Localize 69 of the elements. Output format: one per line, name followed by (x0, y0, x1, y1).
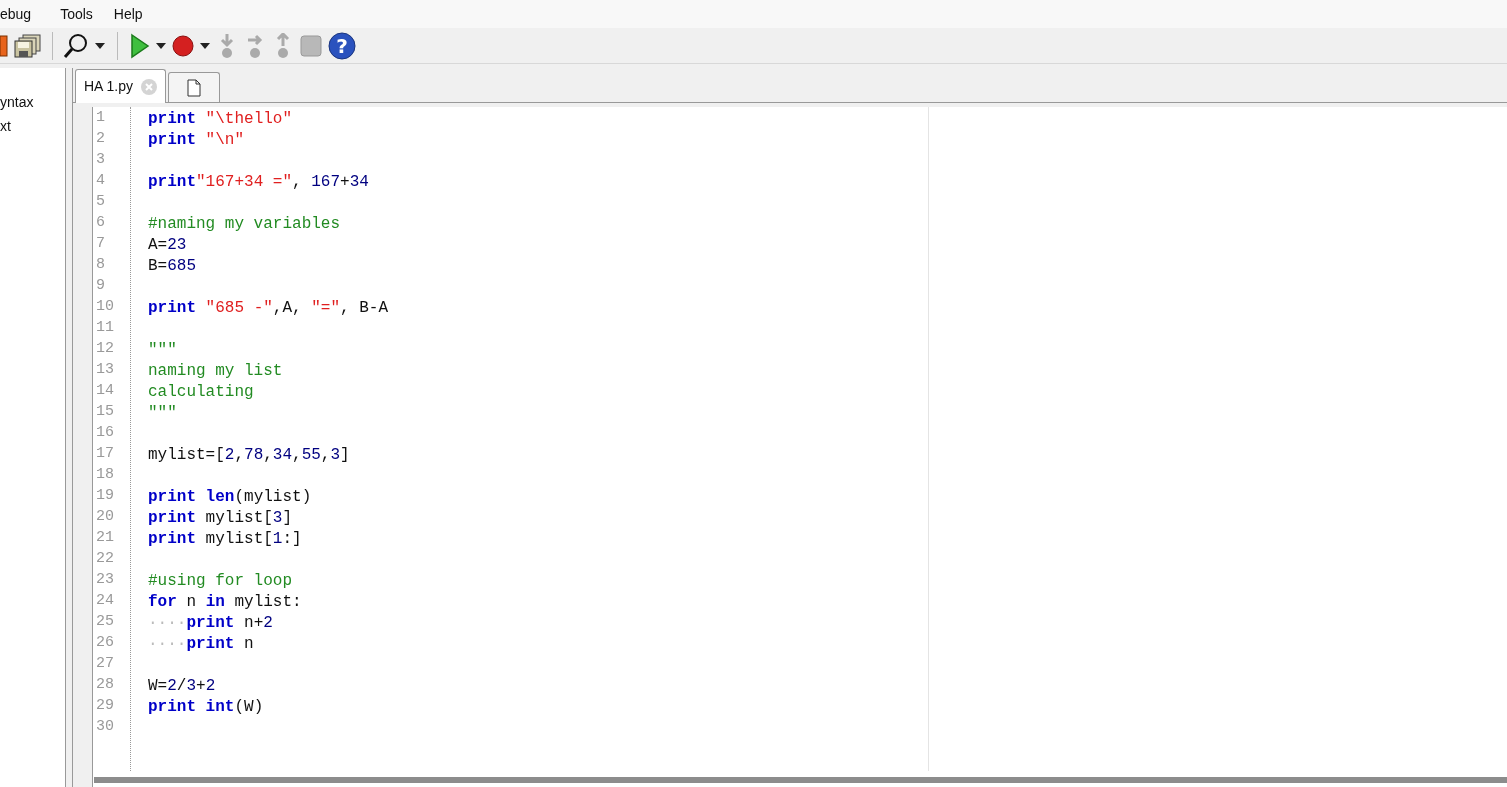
line-number: 29 (95, 696, 115, 717)
code-line: print "\n" (148, 129, 245, 151)
code-line: for n in mylist: (148, 591, 302, 613)
horizontal-scrollbar[interactable] (94, 777, 1507, 783)
line-number: 7 (95, 234, 106, 255)
save-all-icon[interactable] (14, 32, 42, 59)
sidebar-item[interactable]: xt (0, 116, 65, 137)
menu-item[interactable]: ebug (0, 3, 53, 25)
line-number: 25 (95, 612, 115, 633)
code-line: #using for loop (148, 570, 293, 592)
code-line: W=2/3+2 (148, 675, 216, 697)
editor-tab[interactable] (168, 72, 221, 102)
code-line: naming my list (148, 360, 283, 382)
caret-icon[interactable] (156, 42, 166, 49)
code-line: print len(mylist) (148, 486, 312, 508)
line-number: 6 (95, 213, 106, 234)
caret-icon[interactable] (95, 42, 105, 49)
code-line: B=685 (148, 255, 196, 277)
line-number: 26 (95, 633, 115, 654)
code-line: print "\thello" (148, 108, 293, 130)
line-number: 19 (95, 486, 115, 507)
line-number: 10 (95, 297, 115, 318)
line-number: 30 (95, 717, 115, 738)
line-number: 12 (95, 339, 115, 360)
sidebar-item[interactable]: yntax (0, 92, 65, 113)
caret-icon[interactable] (200, 42, 210, 49)
code-line: calculating (148, 381, 254, 403)
line-number: 11 (95, 318, 115, 339)
line-number: 13 (95, 360, 115, 381)
code-line: print"167+34 =", 167+34 (148, 171, 369, 193)
line-number: 22 (95, 549, 115, 570)
code-line: print int(W) (148, 696, 264, 718)
code-line: A=23 (148, 234, 187, 256)
code-line: ····print n (148, 633, 254, 655)
search-icon[interactable] (63, 32, 89, 59)
save-icon[interactable] (0, 32, 8, 59)
line-number: 1 (95, 108, 106, 129)
record-icon[interactable] (172, 34, 194, 57)
line-number: 2 (95, 129, 106, 150)
code-line: mylist=[2,78,34,55,3] (148, 444, 350, 466)
help-icon[interactable]: ? (328, 31, 356, 60)
menu-item[interactable]: Tools (52, 3, 101, 25)
code-line: #naming my variables (148, 213, 341, 235)
code-line: ····print n+2 (148, 612, 273, 634)
editor-tab[interactable]: HA 1.py (75, 69, 167, 103)
line-number: 5 (95, 192, 106, 213)
run-icon[interactable] (130, 32, 150, 59)
line-number: 24 (95, 591, 115, 612)
line-number: 8 (95, 255, 106, 276)
line-number: 14 (95, 381, 115, 402)
code-line: print "685 -",A, "=", B-A (148, 297, 389, 319)
document-icon (187, 78, 202, 97)
line-number: 9 (95, 276, 106, 297)
line-number: 21 (95, 528, 115, 549)
code-line: """ (148, 339, 177, 361)
line-number: 3 (95, 150, 106, 171)
line-number: 15 (95, 402, 115, 423)
code-line: """ (148, 402, 177, 424)
line-number: 17 (95, 444, 115, 465)
line-number: 16 (95, 423, 115, 444)
line-number: 4 (95, 171, 106, 192)
line-number: 28 (95, 675, 115, 696)
code-line: print mylist[3] (148, 507, 293, 529)
line-number: 20 (95, 507, 115, 528)
line-number: 23 (95, 570, 115, 591)
code-line: print mylist[1:] (148, 528, 302, 550)
line-number: 27 (95, 654, 115, 675)
menu-item[interactable]: Help (105, 3, 151, 25)
line-number: 18 (95, 465, 115, 486)
